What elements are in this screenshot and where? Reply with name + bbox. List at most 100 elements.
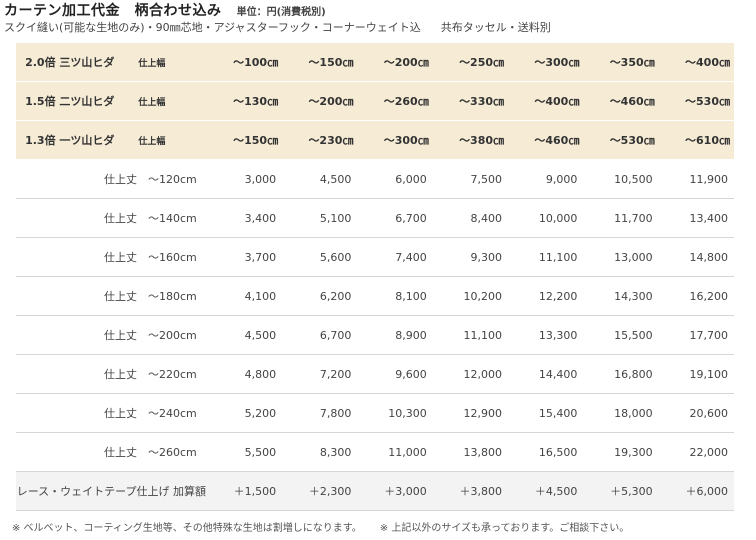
price-cell: 4,500 <box>206 315 283 355</box>
price-cell: 11,100 <box>432 315 509 355</box>
price-cell: 11,000 <box>357 432 433 472</box>
unit-note: 単位：円(消費税別) <box>236 7 326 18</box>
finished-width-label: 仕上幅 <box>118 81 207 121</box>
price-cell: 5,500 <box>206 432 283 472</box>
fold-type-label: 2.0倍 三ツ山ヒダ <box>16 43 119 82</box>
surcharge-cell: ＋6,000 <box>658 471 734 511</box>
price-cell: 11,900 <box>658 159 734 199</box>
width-range-cell: ～380㎝ <box>432 120 509 160</box>
price-table: 2.0倍 三ツ山ヒダ 仕上幅 ～100㎝ ～150㎝ ～200㎝ ～250㎝ ～300㎝ ～3… <box>16 43 734 511</box>
surcharge-row: レース・ウェイトテープ仕上げ 加算額 ＋1,500 ＋2,300 ＋3,000 ＋3,8… <box>16 471 734 511</box>
width-range-cell: ～350㎝ <box>583 43 659 82</box>
width-range-cell: ～260㎝ <box>357 81 433 121</box>
price-cell: 19,100 <box>658 354 734 394</box>
price-cell: 17,700 <box>658 315 734 355</box>
price-cell: 7,400 <box>357 237 433 277</box>
subtitle-excluded-items: 共布タッセル・送料別 <box>440 21 551 34</box>
price-cell: 5,200 <box>206 393 283 433</box>
price-cell: 6,700 <box>282 315 358 355</box>
price-cell: 16,200 <box>658 276 734 316</box>
price-cell: 11,100 <box>508 237 584 277</box>
width-range-cell: ～530㎝ <box>658 81 734 121</box>
price-cell: 4,800 <box>206 354 283 394</box>
price-cell: 14,300 <box>583 276 659 316</box>
finished-length-label: 仕上丈 ～260cm <box>16 432 207 472</box>
price-cell: 10,500 <box>583 159 659 199</box>
price-row: 仕上丈 ～120cm 3,000 4,500 6,000 7,500 9,000 10,50… <box>16 159 734 199</box>
fold-header-row: 1.3倍 一ツ山ヒダ 仕上幅 ～150㎝ ～230㎝ ～300㎝ ～380㎝ ～460㎝ ～5… <box>16 120 734 160</box>
finished-length-label: 仕上丈 ～160cm <box>16 237 207 277</box>
surcharge-cell: ＋3,000 <box>357 471 433 511</box>
price-cell: 8,900 <box>357 315 433 355</box>
price-row: 仕上丈 ～140cm 3,400 5,100 6,700 8,400 10,000 11,7… <box>16 198 734 238</box>
price-cell: 8,400 <box>432 198 509 238</box>
price-row: 仕上丈 ～260cm 5,500 8,300 11,000 13,800 16,500 19… <box>16 432 734 472</box>
surcharge-cell: ＋4,500 <box>508 471 584 511</box>
price-cell: 12,200 <box>508 276 584 316</box>
width-range-cell: ～150㎝ <box>282 43 358 82</box>
finished-length-label: 仕上丈 ～200cm <box>16 315 207 355</box>
price-cell: 5,600 <box>282 237 358 277</box>
price-cell: 6,000 <box>357 159 433 199</box>
price-cell: 9,600 <box>357 354 433 394</box>
price-cell: 16,800 <box>583 354 659 394</box>
header-title-line: カーテン加工代金 柄合わせ込み 単位：円(消費税別) <box>4 0 326 19</box>
width-range-cell: ～300㎝ <box>357 120 433 160</box>
fold-header-row: 2.0倍 三ツ山ヒダ 仕上幅 ～100㎝ ～150㎝ ～200㎝ ～250㎝ ～300㎝ ～3… <box>16 43 734 82</box>
finished-width-label: 仕上幅 <box>118 43 207 82</box>
price-cell: 3,700 <box>206 237 283 277</box>
price-cell: 10,000 <box>508 198 584 238</box>
width-range-cell: ～100㎝ <box>206 43 283 82</box>
price-cell: 7,200 <box>282 354 358 394</box>
price-cell: 4,100 <box>206 276 283 316</box>
width-range-cell: ～460㎝ <box>583 81 659 121</box>
price-cell: 13,000 <box>583 237 659 277</box>
price-cell: 3,400 <box>206 198 283 238</box>
finished-length-label: 仕上丈 ～140cm <box>16 198 207 238</box>
width-range-cell: ～610㎝ <box>658 120 734 160</box>
price-cell: 19,300 <box>583 432 659 472</box>
fold-header-row: 1.5倍 二ツ山ヒダ 仕上幅 ～130㎝ ～200㎝ ～260㎝ ～330㎝ ～400㎝ ～4… <box>16 81 734 121</box>
price-cell: 7,500 <box>432 159 509 199</box>
price-cell: 9,300 <box>432 237 509 277</box>
price-cell: 4,500 <box>282 159 358 199</box>
subtitle-included-items: スクイ縫い(可能な生地のみ)・90㎜芯地・アジャスターフック・コーナーウェイト込 <box>4 21 421 34</box>
price-cell: 20,600 <box>658 393 734 433</box>
price-cell: 12,000 <box>432 354 509 394</box>
price-cell: 16,500 <box>508 432 584 472</box>
footnote: ※ ベルベット、コーティング生地等、その他特殊な生地は割増しになります。 ※ 上記… <box>12 519 629 534</box>
price-cell: 9,000 <box>508 159 584 199</box>
width-range-cell: ～400㎝ <box>658 43 734 82</box>
width-range-cell: ～300㎝ <box>508 43 584 82</box>
price-cell: 5,100 <box>282 198 358 238</box>
surcharge-cell: ＋2,300 <box>282 471 358 511</box>
width-range-cell: ～460㎝ <box>508 120 584 160</box>
footnote-custom-size: ※ 上記以外のサイズも承っております。ご相談下さい。 <box>379 523 630 534</box>
price-cell: 15,400 <box>508 393 584 433</box>
surcharge-cell: ＋1,500 <box>206 471 283 511</box>
price-cell: 15,500 <box>583 315 659 355</box>
surcharge-cell: ＋3,800 <box>432 471 509 511</box>
width-range-cell: ～530㎝ <box>583 120 659 160</box>
price-cell: 6,200 <box>282 276 358 316</box>
footnote-special-fabric: ※ ベルベット、コーティング生地等、その他特殊な生地は割増しになります。 <box>12 523 362 534</box>
price-cell: 8,100 <box>357 276 433 316</box>
width-range-cell: ～250㎝ <box>432 43 509 82</box>
price-table-body: 2.0倍 三ツ山ヒダ 仕上幅 ～100㎝ ～150㎝ ～200㎝ ～250㎝ ～300㎝ ～3… <box>16 43 734 511</box>
finished-length-label: 仕上丈 ～220cm <box>16 354 207 394</box>
width-range-cell: ～130㎝ <box>206 81 283 121</box>
surcharge-label: レース・ウェイトテープ仕上げ 加算額 <box>16 471 207 511</box>
subtitle: スクイ縫い(可能な生地のみ)・90㎜芯地・アジャスターフック・コーナーウェイト込… <box>4 19 551 35</box>
finished-length-label: 仕上丈 ～120cm <box>16 159 207 199</box>
price-row: 仕上丈 ～200cm 4,500 6,700 8,900 11,100 13,300 15,… <box>16 315 734 355</box>
price-row: 仕上丈 ～240cm 5,200 7,800 10,300 12,900 15,400 18… <box>16 393 734 433</box>
price-cell: 13,300 <box>508 315 584 355</box>
width-range-cell: ～400㎝ <box>508 81 584 121</box>
page-title: カーテン加工代金 柄合わせ込み <box>4 3 222 19</box>
width-range-cell: ～330㎝ <box>432 81 509 121</box>
price-row: 仕上丈 ～160cm 3,700 5,600 7,400 9,300 11,100 13,0… <box>16 237 734 277</box>
price-row: 仕上丈 ～180cm 4,100 6,200 8,100 10,200 12,200 14,… <box>16 276 734 316</box>
price-cell: 10,200 <box>432 276 509 316</box>
finished-width-label: 仕上幅 <box>118 120 207 160</box>
price-cell: 13,400 <box>658 198 734 238</box>
